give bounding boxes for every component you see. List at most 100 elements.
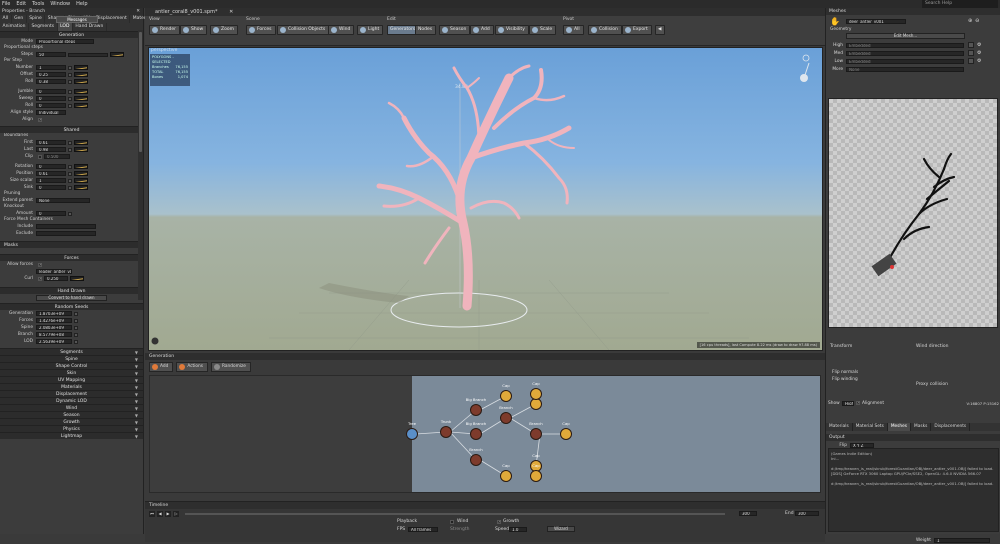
back-button[interactable]: ◀ (655, 25, 666, 35)
graph-node[interactable]: Branch (469, 447, 483, 467)
sweep-spin[interactable] (68, 96, 72, 101)
allow-forces-checkbox[interactable]: ✓ (38, 262, 42, 267)
offset-field[interactable]: 0.25 (36, 72, 66, 77)
graph-node[interactable]: Cap (529, 463, 543, 483)
section-collapsed[interactable]: Wind ▼ (0, 404, 143, 411)
exclude-field[interactable] (36, 231, 96, 236)
section-collapsed[interactable]: Dynamic LOD ▼ (0, 397, 143, 404)
section-forces[interactable]: Forces (0, 254, 143, 261)
lod-select[interactable]: Embedded (846, 50, 964, 56)
section-collapsed[interactable]: UV Mapping ▼ (0, 376, 143, 383)
wind-checkbox[interactable] (450, 520, 454, 524)
convert-hand-drawn-button[interactable]: Convert to hand drawn (36, 295, 107, 301)
section-collapsed[interactable]: Spine ▼ (0, 355, 143, 362)
roll-curve[interactable] (74, 79, 88, 84)
gen-add-button[interactable]: Add (149, 362, 174, 372)
lod-settings-icon[interactable]: ⚙ (977, 58, 981, 64)
graph-node[interactable]: Cap (559, 421, 573, 441)
show-select[interactable]: High (842, 400, 854, 406)
section-collapsed[interactable]: Materials ▼ (0, 383, 143, 390)
roll2-field[interactable]: 0 (36, 103, 66, 108)
hand-tool-icon[interactable]: ✋ (830, 17, 840, 26)
light-button[interactable]: Light (357, 25, 384, 35)
tab-hand-drawn[interactable]: Hand Drawn (73, 23, 107, 31)
extend-parent-select[interactable]: None (36, 198, 90, 203)
section-generation[interactable]: Generation (0, 31, 143, 38)
graph-node[interactable]: Branch (499, 405, 513, 425)
section-hand-drawn[interactable]: Hand Drawn (0, 287, 143, 294)
frame-field[interactable]: 300 (739, 511, 757, 516)
roll-spin[interactable] (68, 79, 72, 84)
offset-spin[interactable] (68, 72, 72, 77)
wind-button[interactable]: Wind (328, 25, 355, 35)
size-scalar-curve[interactable] (74, 178, 88, 183)
amount-spin[interactable] (68, 211, 72, 216)
roll2-curve[interactable] (74, 103, 88, 108)
section-random-seeds[interactable]: Random Seeds (0, 303, 143, 310)
lod-thumbnail[interactable] (968, 50, 974, 56)
weight-field[interactable]: 1 (934, 537, 990, 543)
menu-tools[interactable]: Tools (32, 1, 44, 7)
forces-seed-field[interactable]: 1.4276e+09 (36, 318, 72, 323)
section-masks[interactable]: Masks (0, 241, 143, 248)
season-button[interactable]: Season (439, 25, 471, 35)
branch-seed-field[interactable]: 8.5779e+08 (36, 332, 72, 337)
tab-segments[interactable]: Segments (29, 23, 58, 31)
mesh-remove-icon[interactable]: ⊖ (975, 18, 979, 24)
steps-curve[interactable] (110, 52, 124, 57)
rotation-curve[interactable] (74, 164, 88, 169)
section-collapsed[interactable]: Lightmap ▼ (0, 432, 143, 439)
jumble-spin[interactable] (68, 89, 72, 94)
gen-randomize-button[interactable]: Randomize (211, 362, 251, 372)
flip-normals-label[interactable]: Flip normals (832, 370, 858, 375)
3d-viewport[interactable]: perspective POLYGONS - SELECTED Branches… (148, 47, 823, 351)
panel-close-icon[interactable]: ✕ (136, 8, 140, 15)
growth-checkbox[interactable]: ✓ (497, 520, 501, 524)
graph-node[interactable]: Trunk (439, 419, 453, 439)
section-collapsed[interactable]: Physics ▼ (0, 425, 143, 432)
graph-node[interactable]: Big Branch (466, 397, 486, 417)
lod-select[interactable]: None (846, 66, 964, 72)
spine-seed-spin[interactable] (74, 325, 78, 330)
first-field[interactable]: 0.61 (36, 140, 66, 145)
search-help-input[interactable]: Search Help (922, 0, 998, 8)
force-item[interactable]: leader_antler_v001 (36, 269, 72, 274)
flip-select[interactable]: X Y Z (850, 442, 874, 448)
amount-field[interactable]: 0 (36, 211, 66, 216)
add-button[interactable]: Add (470, 25, 494, 35)
number-field[interactable]: 1 (36, 65, 66, 70)
position-field[interactable]: 0.61 (36, 171, 66, 176)
graph-node[interactable]: Branch (529, 421, 543, 441)
clip-field[interactable]: 0.500 (44, 154, 70, 159)
collision-objects-button[interactable]: Collision Objects (277, 25, 330, 35)
size-scalar-spin[interactable] (68, 178, 72, 183)
graph-node[interactable]: Big Branch (466, 421, 486, 441)
lod-seed-spin[interactable] (74, 339, 78, 344)
mesh-preview[interactable] (828, 98, 998, 328)
menu-help[interactable]: Help (76, 1, 87, 7)
mode-select[interactable]: Proportional steps (36, 39, 94, 44)
graph-node[interactable]: Cap (499, 383, 513, 403)
wizard-button[interactable]: Wizard (547, 526, 575, 532)
section-collapsed[interactable]: Shape Control ▼ (0, 362, 143, 369)
lod-select[interactable]: Embedded (846, 58, 964, 64)
flip-winding-label[interactable]: Flip winding (832, 377, 858, 382)
curl-checkbox[interactable]: ✓ (38, 276, 42, 281)
section-collapsed[interactable]: Skin ▼ (0, 369, 143, 376)
include-field[interactable] (36, 224, 96, 229)
sink-curve[interactable] (74, 185, 88, 190)
last-curve[interactable] (74, 147, 88, 152)
viewport-options-icon[interactable] (151, 337, 159, 345)
curl-field[interactable]: 0.250 (44, 276, 68, 281)
fps-select[interactable]: All frames (408, 527, 438, 532)
mesh-name-field[interactable]: deer_antler_v001 (845, 18, 906, 24)
tab-spine[interactable]: Spine (27, 15, 46, 23)
tab-animation[interactable]: Animation (0, 23, 29, 31)
section-collapsed[interactable]: Growth ▼ (0, 418, 143, 425)
section-collapsed[interactable]: Season ▼ (0, 411, 143, 418)
branch-seed-spin[interactable] (74, 332, 78, 337)
last-spin[interactable] (68, 147, 72, 152)
export-button[interactable]: Export (622, 25, 652, 35)
document-close-icon[interactable]: ✕ (229, 9, 233, 15)
clip-checkbox[interactable] (38, 154, 42, 159)
